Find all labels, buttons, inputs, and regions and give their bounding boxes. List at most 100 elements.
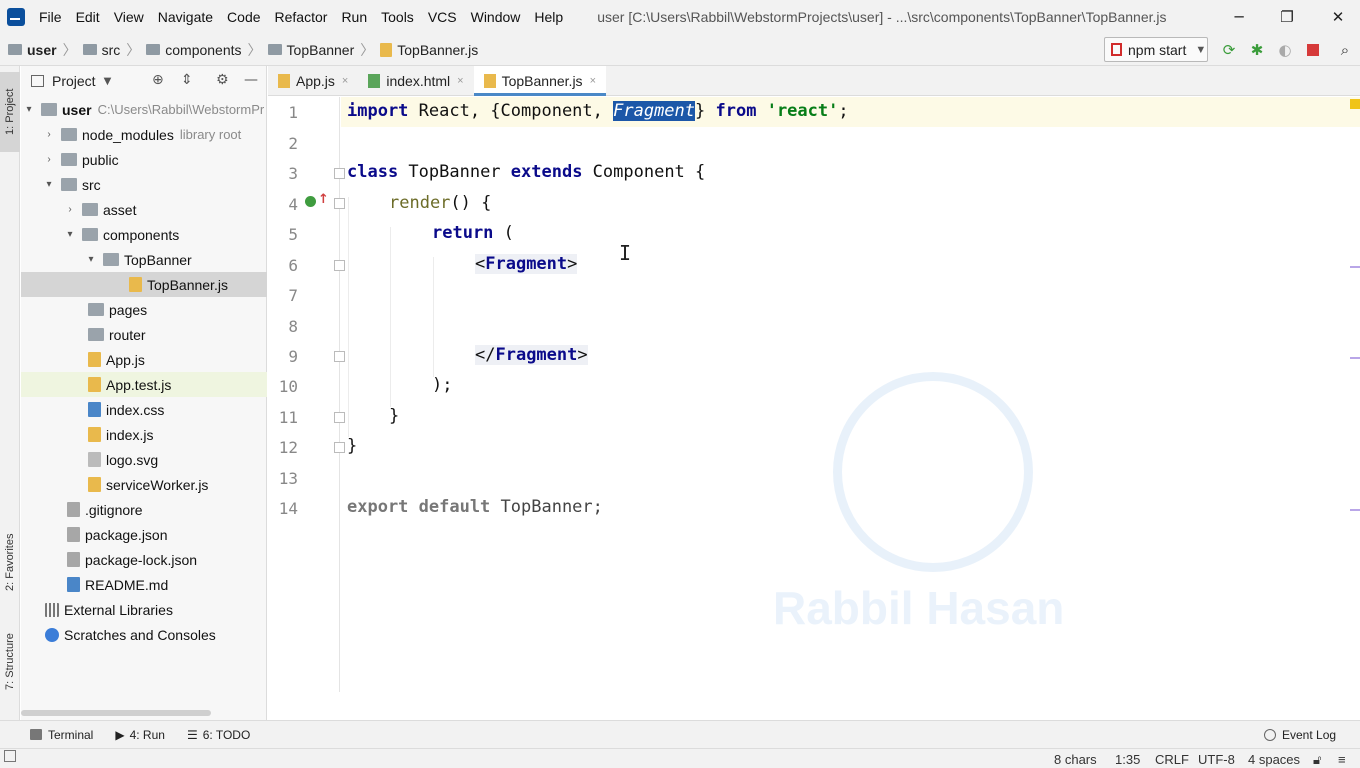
close-tab-icon[interactable]: ×	[342, 75, 348, 87]
override-arrow-icon[interactable]: ↑	[318, 192, 329, 207]
tree-item-asset[interactable]: › asset	[21, 197, 267, 222]
editor-gutter[interactable]: 1 2 3 4 5 6 7 8 9 10 11 12 13 14 ↑	[268, 97, 345, 692]
debug-bug-icon[interactable]: ✱	[1248, 41, 1266, 59]
restore-icon[interactable]: ❐	[1262, 0, 1312, 34]
run-configuration-select[interactable]: npm start ▼	[1104, 37, 1208, 62]
tree-item-topbanner-folder[interactable]: ▾ TopBanner	[21, 247, 267, 272]
code-line-14[interactable]: export default TopBanner;	[347, 497, 603, 517]
event-log-button[interactable]: Event Log	[1264, 728, 1336, 742]
gear-icon[interactable]: ⚙	[216, 72, 229, 88]
tree-item-pages[interactable]: pages	[21, 297, 267, 322]
todo-button[interactable]: ☰ 6: TODO	[187, 728, 250, 742]
tree-item-gitignore[interactable]: .gitignore	[21, 497, 267, 522]
code-line-11[interactable]: }	[389, 406, 399, 426]
tree-item-index-js[interactable]: index.js	[21, 422, 267, 447]
marker-stripe[interactable]	[1350, 509, 1360, 511]
menu-view[interactable]: View	[114, 9, 144, 25]
tree-item-node-modules[interactable]: › node_modules library root	[21, 122, 267, 147]
code-line-10[interactable]: );	[432, 375, 452, 395]
tree-item-external-libraries[interactable]: External Libraries	[21, 597, 267, 622]
warning-indicator-icon[interactable]	[1350, 99, 1360, 109]
tree-item-app-test-js[interactable]: App.test.js	[21, 372, 267, 397]
tree-item-package-json[interactable]: package.json	[21, 522, 267, 547]
tree-item-public[interactable]: › public	[21, 147, 267, 172]
code-line-4[interactable]: render() {	[389, 193, 491, 213]
fold-marker-icon[interactable]	[334, 351, 345, 362]
search-icon[interactable]: ⌕	[1336, 41, 1354, 59]
fold-marker-icon[interactable]	[334, 168, 345, 179]
code-line-12[interactable]: }	[347, 436, 357, 456]
menu-file[interactable]: File	[39, 9, 62, 25]
menu-vcs[interactable]: VCS	[428, 9, 457, 25]
menu-edit[interactable]: Edit	[76, 9, 100, 25]
caret-position[interactable]: 1:35	[1115, 752, 1140, 767]
tree-item-components[interactable]: ▾ components	[21, 222, 267, 247]
menu-tools[interactable]: Tools	[381, 9, 414, 25]
toggle-tool-windows-icon[interactable]	[4, 750, 16, 762]
breadcrumb-topbanner[interactable]: TopBanner	[287, 42, 355, 58]
code-line-1[interactable]: import React, {Component, Fragment} from…	[347, 101, 849, 121]
expand-arrow-icon[interactable]: ▾	[43, 179, 55, 190]
menu-run[interactable]: Run	[341, 9, 367, 25]
tree-item-readme[interactable]: README.md	[21, 572, 267, 597]
close-tab-icon[interactable]: ×	[457, 75, 463, 87]
tree-item-router[interactable]: router	[21, 322, 267, 347]
tab-topbanner-js[interactable]: TopBanner.js ×	[473, 66, 607, 96]
expand-arrow-icon[interactable]: ›	[43, 154, 55, 165]
tab-app-js[interactable]: App.js ×	[268, 66, 358, 96]
fold-marker-icon[interactable]	[334, 260, 345, 271]
breadcrumb-components[interactable]: components	[165, 42, 241, 58]
tree-item-package-lock-json[interactable]: package-lock.json	[21, 547, 267, 572]
marker-stripe[interactable]	[1350, 357, 1360, 359]
fold-marker-icon[interactable]	[334, 442, 345, 453]
breadcrumb-src[interactable]: src	[102, 42, 121, 58]
tool-tab-project[interactable]: 1: Project	[0, 72, 20, 152]
menu-window[interactable]: Window	[471, 9, 521, 25]
project-panel-title[interactable]: Project	[52, 73, 96, 89]
minimize-icon[interactable]: ─	[1214, 0, 1264, 34]
tree-item-index-css[interactable]: index.css	[21, 397, 267, 422]
tab-index-html[interactable]: index.html ×	[358, 66, 473, 96]
menu-refactor[interactable]: Refactor	[275, 9, 328, 25]
expand-arrow-icon[interactable]: ›	[64, 204, 76, 215]
stop-icon[interactable]	[1304, 41, 1322, 59]
notifications-icon[interactable]: ≡	[1338, 752, 1346, 767]
tree-item-app-js[interactable]: App.js	[21, 347, 267, 372]
chevron-down-icon[interactable]: ▼	[104, 76, 112, 87]
menu-help[interactable]: Help	[534, 9, 563, 25]
marker-stripe[interactable]	[1350, 266, 1360, 268]
indent-setting[interactable]: 4 spaces	[1248, 752, 1300, 767]
code-line-3[interactable]: class TopBanner extends Component {	[347, 162, 705, 182]
code-line-9[interactable]: </Fragment>	[475, 345, 588, 365]
menu-code[interactable]: Code	[227, 9, 260, 25]
terminal-button[interactable]: Terminal	[30, 728, 93, 742]
horizontal-scrollbar[interactable]	[21, 710, 211, 716]
line-separator[interactable]: CRLF	[1155, 752, 1189, 767]
tree-item-service-worker[interactable]: serviceWorker.js	[21, 472, 267, 497]
rerun-icon[interactable]: ⟳	[1220, 41, 1238, 59]
implements-method-icon[interactable]	[305, 196, 316, 207]
collapse-all-icon[interactable]: ⇕	[181, 72, 193, 88]
code-line-5[interactable]: return (	[432, 223, 514, 243]
tree-item-scratches[interactable]: Scratches and Consoles	[21, 622, 267, 647]
fold-marker-icon[interactable]	[334, 412, 345, 423]
tree-item-src[interactable]: ▾ src	[21, 172, 267, 197]
coverage-icon[interactable]: ◐	[1276, 41, 1294, 59]
tree-item-logo-svg[interactable]: logo.svg	[21, 447, 267, 472]
code-editor[interactable]: Rabbil Hasan 1 2 3 4 5 6 7 8 9 10 11 12 …	[268, 97, 1360, 692]
tree-item-topbanner-js[interactable]: TopBanner.js	[21, 272, 267, 297]
menu-navigate[interactable]: Navigate	[158, 9, 213, 25]
expand-arrow-icon[interactable]: ▾	[64, 229, 76, 240]
expand-arrow-icon[interactable]: ›	[43, 129, 55, 140]
expand-arrow-icon[interactable]: ▾	[23, 104, 35, 115]
close-tab-icon[interactable]: ×	[590, 75, 596, 87]
breadcrumb-user[interactable]: user	[27, 42, 57, 58]
fold-marker-icon[interactable]	[334, 198, 345, 209]
lock-icon[interactable]: 🔓︎	[1313, 752, 1321, 768]
tool-tab-favorites[interactable]: 2: Favorites	[0, 522, 20, 602]
file-encoding[interactable]: UTF-8	[1198, 752, 1235, 767]
close-window-icon[interactable]: ✕	[1313, 0, 1360, 34]
expand-arrow-icon[interactable]: ▾	[85, 254, 97, 265]
tree-item-user[interactable]: ▾ user C:\Users\Rabbil\WebstormPr	[21, 97, 267, 122]
run-button[interactable]: ▶ 4: Run	[115, 728, 165, 742]
